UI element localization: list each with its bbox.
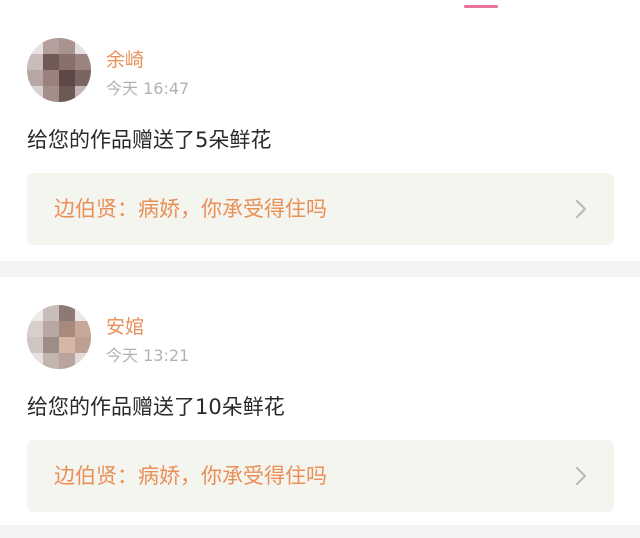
work-title: 边伯贤：病娇，你承受得住吗 <box>54 464 327 488</box>
section-divider <box>0 525 640 538</box>
user-avatar-icon <box>27 305 91 369</box>
user-avatar-icon <box>27 38 91 102</box>
notification-item: 余崎 今天 16:47 给您的作品赠送了5朵鲜花 边伯贤：病娇，你承受得住吗 <box>0 10 640 261</box>
user-name[interactable]: 安婠 <box>106 315 144 339</box>
chevron-right-icon <box>576 200 586 218</box>
work-link-card[interactable]: 边伯贤：病娇，你承受得住吗 <box>27 173 614 245</box>
chevron-right-icon <box>576 467 586 485</box>
work-title: 边伯贤：病娇，你承受得住吗 <box>54 197 327 221</box>
notification-message: 给您的作品赠送了10朵鲜花 <box>27 395 285 419</box>
user-name[interactable]: 余崎 <box>106 48 144 72</box>
timestamp: 今天 16:47 <box>106 79 190 98</box>
avatar[interactable] <box>27 305 91 369</box>
section-divider <box>0 261 640 277</box>
notification-item: 安婠 今天 13:21 给您的作品赠送了10朵鲜花 边伯贤：病娇，你承受得住吗 <box>0 277 640 525</box>
notification-message: 给您的作品赠送了5朵鲜花 <box>27 128 272 152</box>
work-link-card[interactable]: 边伯贤：病娇，你承受得住吗 <box>27 440 614 512</box>
active-tab-indicator <box>464 5 498 8</box>
avatar[interactable] <box>27 38 91 102</box>
timestamp: 今天 13:21 <box>106 346 190 365</box>
